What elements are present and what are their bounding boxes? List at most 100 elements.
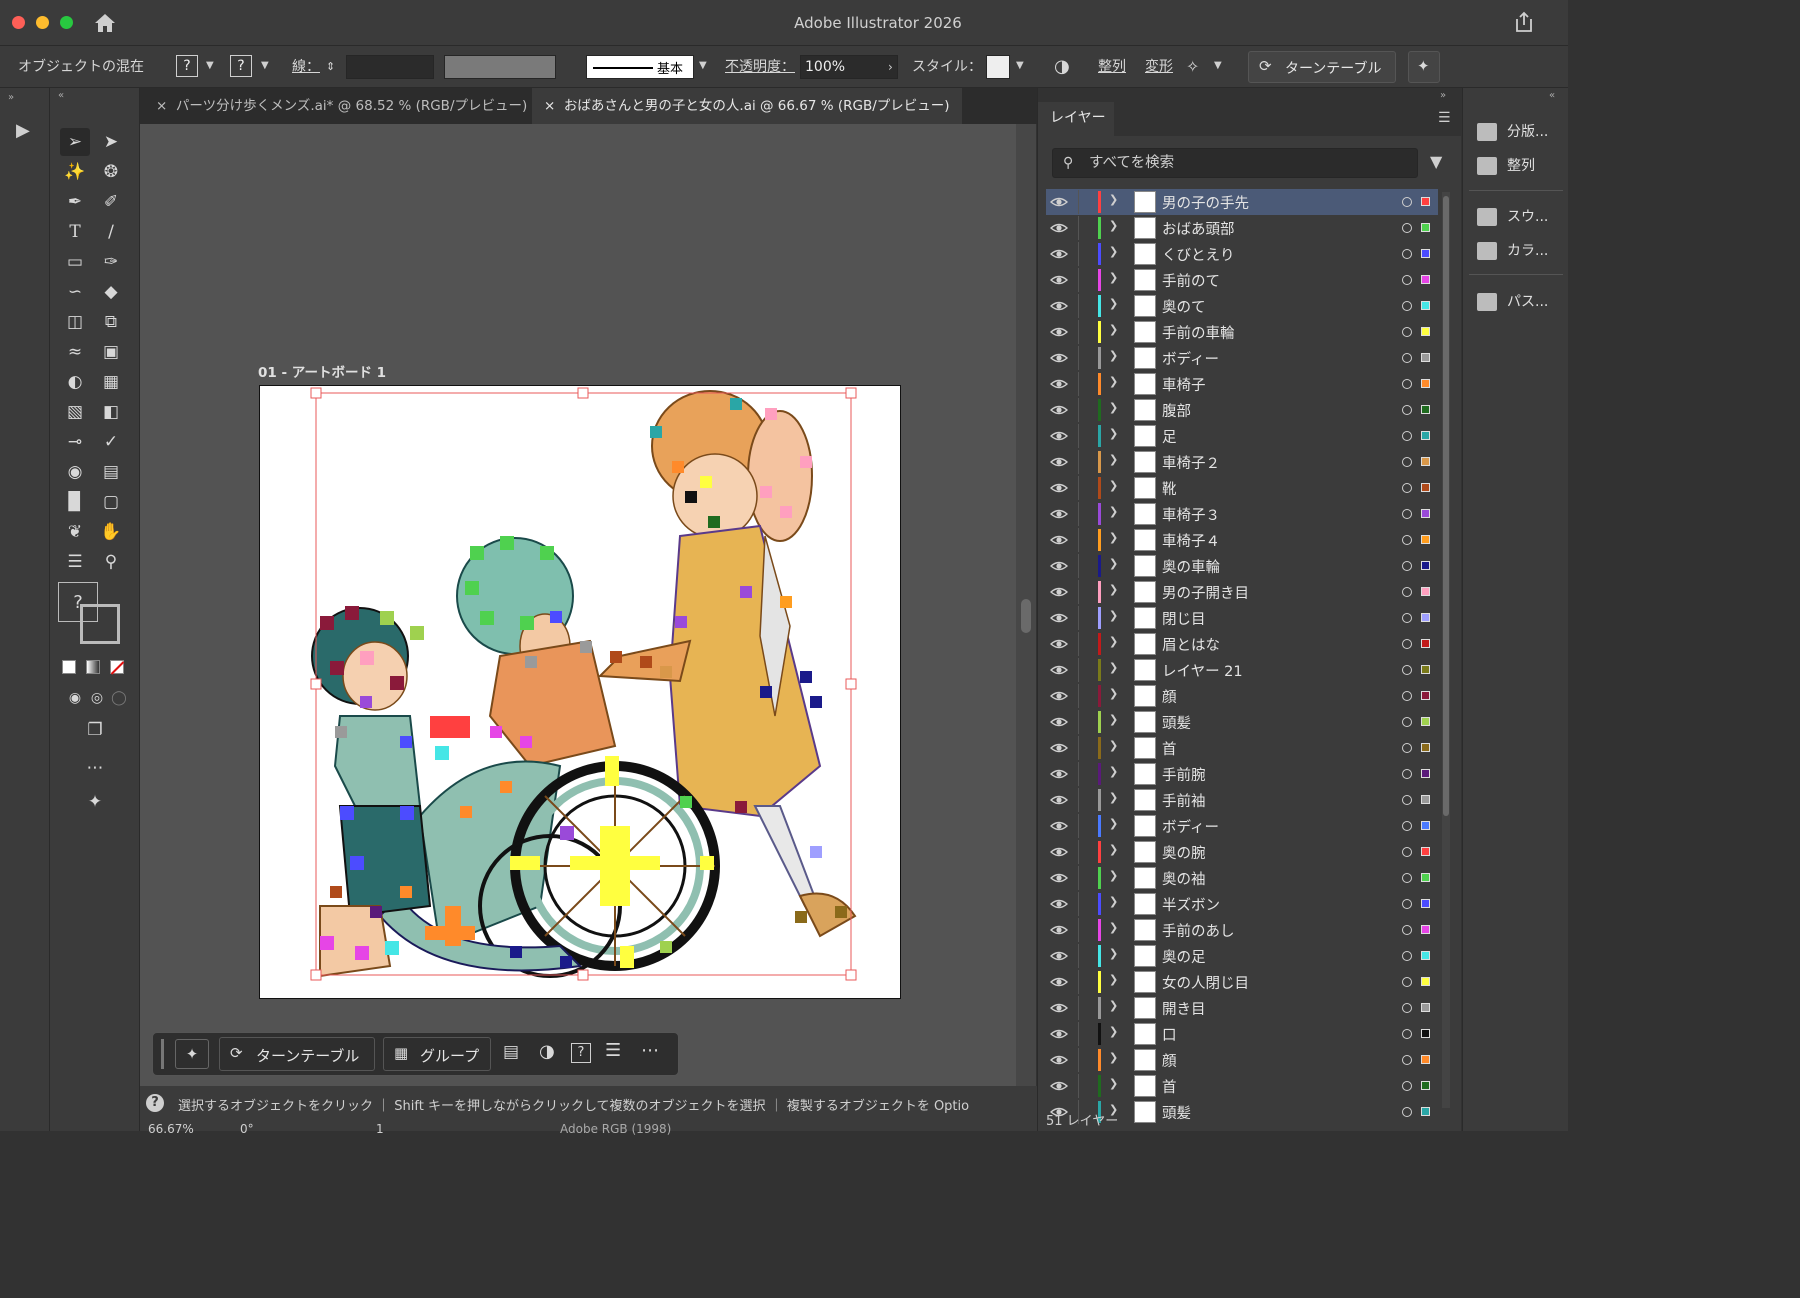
selection-square-icon[interactable] bbox=[1421, 795, 1430, 804]
selection-square-icon[interactable] bbox=[1421, 1055, 1430, 1064]
selection-square-icon[interactable] bbox=[1421, 457, 1430, 466]
eye-icon[interactable] bbox=[1049, 973, 1069, 991]
layer-row[interactable]: ❯ ボディー bbox=[1046, 813, 1438, 839]
selection-tool-icon[interactable]: ➢ bbox=[60, 128, 90, 156]
hand-tool-icon[interactable]: ✋ bbox=[96, 518, 126, 546]
target-circle-icon[interactable] bbox=[1402, 691, 1412, 701]
eye-icon[interactable] bbox=[1049, 1025, 1069, 1043]
illustration-artwork[interactable] bbox=[260, 386, 902, 1000]
target-circle-icon[interactable] bbox=[1402, 951, 1412, 961]
screen-mode-icon[interactable]: ❐ bbox=[80, 716, 110, 744]
menu-icon[interactable]: ☰ bbox=[605, 1040, 621, 1061]
variable-width-profile[interactable] bbox=[444, 55, 556, 79]
layer-row[interactable]: ❯ 男の子開き目 bbox=[1046, 579, 1438, 605]
eye-icon[interactable] bbox=[1049, 219, 1069, 237]
chevron-right-icon[interactable]: ❯ bbox=[1109, 739, 1118, 752]
graph-tool-icon[interactable]: ▉ bbox=[60, 488, 90, 516]
recolor-icon[interactable]: ◑ bbox=[1054, 46, 1070, 88]
chevron-right-icon[interactable]: ❯ bbox=[1109, 999, 1118, 1012]
eye-icon[interactable] bbox=[1049, 843, 1069, 861]
selection-square-icon[interactable] bbox=[1421, 431, 1430, 440]
scroll-thumb[interactable] bbox=[1443, 196, 1449, 816]
selection-square-icon[interactable] bbox=[1421, 925, 1430, 934]
layer-row[interactable]: ❯ 靴 bbox=[1046, 475, 1438, 501]
stroke-stepper-icon[interactable]: ⇕ bbox=[326, 46, 335, 88]
target-circle-icon[interactable] bbox=[1402, 1081, 1412, 1091]
chevron-right-icon[interactable]: ❯ bbox=[1109, 1077, 1118, 1090]
stroke-label[interactable]: 線： bbox=[292, 46, 320, 88]
fill-swatch[interactable]: ? bbox=[176, 55, 198, 77]
gradient-mode-button[interactable] bbox=[86, 660, 100, 674]
target-circle-icon[interactable] bbox=[1402, 899, 1412, 909]
chevron-down-icon[interactable]: ▼ bbox=[699, 60, 707, 71]
chevron-right-icon[interactable]: ❯ bbox=[1109, 791, 1118, 804]
eye-icon[interactable] bbox=[1049, 661, 1069, 679]
layer-row[interactable]: ❯ 手前袖 bbox=[1046, 787, 1438, 813]
chevron-right-icon[interactable]: ❯ bbox=[1109, 635, 1118, 648]
artboard-navigator[interactable]: 1 bbox=[376, 1122, 384, 1136]
layer-row[interactable]: ❯ 手前の車輪 bbox=[1046, 319, 1438, 345]
target-circle-icon[interactable] bbox=[1402, 561, 1412, 571]
free-transform-tool-icon[interactable]: ▣ bbox=[96, 338, 126, 366]
selection-square-icon[interactable] bbox=[1421, 613, 1430, 622]
rectangle-tool-icon[interactable]: ▭ bbox=[60, 248, 90, 276]
layer-row[interactable]: ❯ 手前のて bbox=[1046, 267, 1438, 293]
eyedropper-tool-icon[interactable]: ✓ bbox=[96, 428, 126, 456]
selection-square-icon[interactable] bbox=[1421, 587, 1430, 596]
layer-row[interactable]: ❯ 開き目 bbox=[1046, 995, 1438, 1021]
tab-document-2[interactable]: × おばあさんと男の子と女の人.ai @ 66.67 % (RGB/プレビュー) bbox=[532, 88, 962, 124]
eye-icon[interactable] bbox=[1049, 245, 1069, 263]
chevron-right-icon[interactable]: ❯ bbox=[1109, 479, 1118, 492]
selection-square-icon[interactable] bbox=[1421, 327, 1430, 336]
layer-row[interactable]: ❯ ボディー bbox=[1046, 345, 1438, 371]
target-circle-icon[interactable] bbox=[1402, 379, 1412, 389]
target-circle-icon[interactable] bbox=[1402, 483, 1412, 493]
layer-row[interactable]: ❯ 奥の袖 bbox=[1046, 865, 1438, 891]
align-icon[interactable]: ▤ bbox=[503, 1042, 519, 1062]
selection-square-icon[interactable] bbox=[1421, 197, 1430, 206]
target-circle-icon[interactable] bbox=[1402, 301, 1412, 311]
layer-row[interactable]: ❯ 口 bbox=[1046, 1021, 1438, 1047]
stroke-indicator[interactable] bbox=[80, 604, 120, 644]
type-tool-icon[interactable]: T bbox=[60, 218, 90, 246]
chevron-down-icon[interactable]: ▼ bbox=[206, 60, 214, 71]
layer-row[interactable]: ❯ 顔 bbox=[1046, 683, 1438, 709]
chevron-right-icon[interactable]: ❯ bbox=[1109, 843, 1118, 856]
selection-square-icon[interactable] bbox=[1421, 639, 1430, 648]
target-circle-icon[interactable] bbox=[1402, 535, 1412, 545]
eye-icon[interactable] bbox=[1049, 791, 1069, 809]
panel-menu-icon[interactable]: ☰ bbox=[1438, 110, 1451, 126]
layer-row[interactable]: ❯ 車椅子３ bbox=[1046, 501, 1438, 527]
eye-icon[interactable] bbox=[1049, 453, 1069, 471]
chevron-right-icon[interactable]: ❯ bbox=[1109, 401, 1118, 414]
selection-square-icon[interactable] bbox=[1421, 535, 1430, 544]
chevron-right-icon[interactable]: ❯ bbox=[1109, 531, 1118, 544]
gradient-tool-icon[interactable]: ◧ bbox=[96, 398, 126, 426]
eye-icon[interactable] bbox=[1049, 427, 1069, 445]
selection-square-icon[interactable] bbox=[1421, 301, 1430, 310]
selection-square-icon[interactable] bbox=[1421, 821, 1430, 830]
layer-row[interactable]: ❯ 閉じ目 bbox=[1046, 605, 1438, 631]
layer-row[interactable]: ❯ 手前腕 bbox=[1046, 761, 1438, 787]
chevron-right-icon[interactable]: ❯ bbox=[1109, 713, 1118, 726]
selection-square-icon[interactable] bbox=[1421, 561, 1430, 570]
selection-square-icon[interactable] bbox=[1421, 353, 1430, 362]
layer-row[interactable]: ❯ レイヤー 21 bbox=[1046, 657, 1438, 683]
vertical-scrollbar[interactable] bbox=[1016, 124, 1036, 1086]
pathfinder-panel-button[interactable]: パス... bbox=[1477, 288, 1567, 316]
target-circle-icon[interactable] bbox=[1402, 457, 1412, 467]
chevron-right-icon[interactable]: ❯ bbox=[1109, 453, 1118, 466]
stroke-weight-field[interactable] bbox=[346, 55, 434, 79]
selection-square-icon[interactable] bbox=[1421, 1003, 1430, 1012]
width-tool-icon[interactable]: ≈ bbox=[60, 338, 90, 366]
layer-row[interactable]: ❯ 眉とはな bbox=[1046, 631, 1438, 657]
rotation-value[interactable]: 0° bbox=[240, 1122, 254, 1136]
tab-document-1[interactable]: × パーツ分け歩くメンズ.ai* @ 68.52 % (RGB/プレビュー) bbox=[144, 88, 539, 124]
transform-link[interactable]: 変形 bbox=[1145, 46, 1173, 88]
more-icon[interactable]: ⋯ bbox=[641, 1040, 659, 1061]
chevron-right-icon[interactable]: ❯ bbox=[1109, 609, 1118, 622]
layer-row[interactable]: ❯ 奥の車輪 bbox=[1046, 553, 1438, 579]
selection-square-icon[interactable] bbox=[1421, 951, 1430, 960]
chevron-right-icon[interactable]: ❯ bbox=[1109, 1051, 1118, 1064]
curvature-tool-icon[interactable]: ✐ bbox=[96, 188, 126, 216]
